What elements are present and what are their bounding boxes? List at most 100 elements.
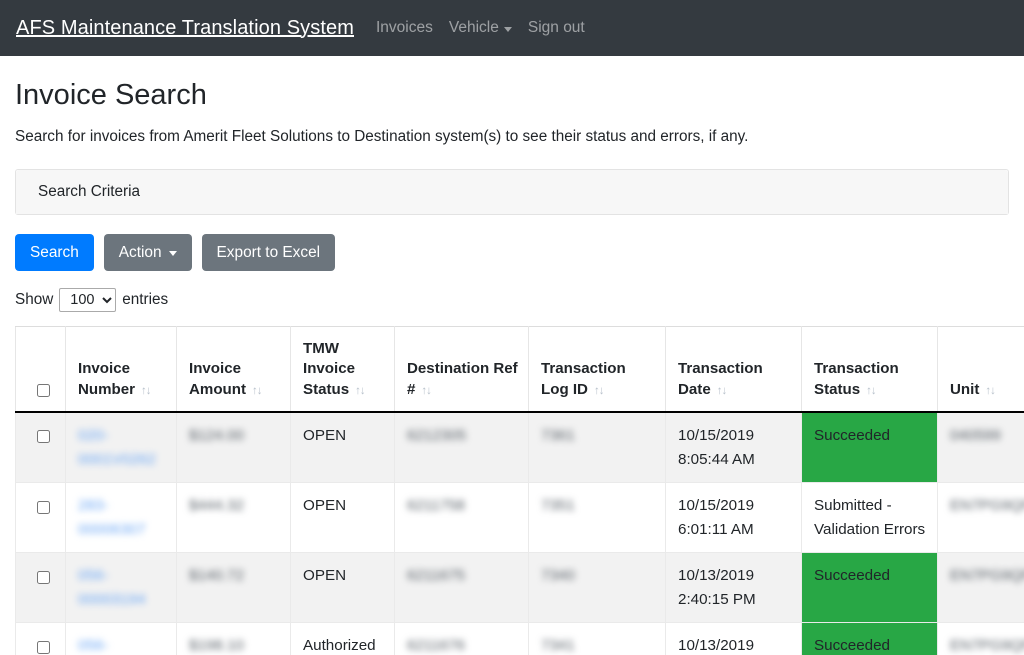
cell-unit-value: 040599 <box>950 424 1001 448</box>
cell-invoice-number[interactable]: 056-00003194 <box>66 553 177 623</box>
cell-transaction-status: Succeeded <box>802 412 938 483</box>
page-container: Invoice Search Search for invoices from … <box>0 78 1024 655</box>
column-header-unit[interactable]: Unit ↑↓ <box>938 326 1024 412</box>
cell-invoice-number[interactable]: 283-00006307 <box>66 483 177 553</box>
cell-destination-ref: 6211758 <box>395 483 529 553</box>
transaction-date-value: 10/15/2019 <box>678 427 754 444</box>
sort-icon[interactable]: ↑↓ <box>141 385 151 397</box>
export-to-excel-button[interactable]: Export to Excel <box>202 234 336 271</box>
app-brand-link[interactable]: AFS Maintenance Translation System <box>16 17 354 40</box>
search-button[interactable]: Search <box>15 234 94 271</box>
nav-link-invoices[interactable]: Invoices <box>376 19 433 37</box>
table-row[interactable]: 283-00006307$444.32OPEN6211758735110/15/… <box>16 483 1024 553</box>
row-select-cell <box>16 623 66 655</box>
export-button-label: Export to Excel <box>217 241 321 264</box>
cell-transaction-log-id: 7341 <box>529 623 666 655</box>
cell-transaction-log-id: 7340 <box>529 553 666 623</box>
cell-tmw-invoice-status: OPEN <box>291 483 395 553</box>
invoice-number-link[interactable]: 056- <box>78 634 108 655</box>
page-title: Invoice Search <box>15 78 1009 113</box>
action-dropdown-button[interactable]: Action <box>104 234 192 271</box>
cell-invoice-amount: $140.72 <box>177 553 291 623</box>
select-all-checkbox[interactable] <box>37 384 50 397</box>
cell-transaction-date: 10/13/20192:40:15 PM <box>666 553 802 623</box>
sort-icon[interactable]: ↑↓ <box>421 385 431 397</box>
cell-unit-value: EN7PG9QF <box>950 494 1024 518</box>
nav-link-sign-out[interactable]: Sign out <box>528 19 585 37</box>
entries-prefix-label: Show <box>15 291 53 309</box>
navbar-links: Invoices Vehicle Sign out <box>376 19 585 37</box>
page-subtitle: Search for invoices from Amerit Fleet So… <box>15 126 1009 149</box>
invoice-number-link-cont[interactable]: 00006307 <box>78 518 146 542</box>
cell-unit: 040599 <box>938 412 1024 483</box>
column-header-unit-label: Unit <box>950 381 979 398</box>
search-criteria-header[interactable]: Search Criteria <box>16 170 1008 214</box>
column-header-transaction-status[interactable]: Transaction Status↑↓ <box>802 326 938 412</box>
row-select-checkbox[interactable] <box>37 571 50 584</box>
column-header-select-all <box>16 326 66 412</box>
action-button-label: Action <box>119 241 162 264</box>
column-header-tmw-invoice-status-label: TMW Invoice Status <box>303 340 355 398</box>
cell-tmw-invoice-status: OPEN <box>291 553 395 623</box>
sort-icon[interactable]: ↑↓ <box>985 385 995 397</box>
column-header-transaction-log-id[interactable]: Transaction Log ID↑↓ <box>529 326 666 412</box>
cell-unit: EN7PG9QF <box>938 553 1024 623</box>
column-header-invoice-number[interactable]: Invoice Number ↑↓ <box>66 326 177 412</box>
cell-invoice-amount: $124.00 <box>177 412 291 483</box>
cell-transaction-status: Submitted - Validation Errors <box>802 483 938 553</box>
table-row[interactable]: 056-00003194$140.72OPEN6211675734010/13/… <box>16 553 1024 623</box>
invoice-number-link-cont[interactable]: 00003194 <box>78 588 146 612</box>
nav-link-invoices-label: Invoices <box>376 19 433 37</box>
invoice-number-link-cont[interactable]: 0001V0262 <box>78 448 156 472</box>
row-select-checkbox[interactable] <box>37 501 50 514</box>
sort-icon[interactable]: ↑↓ <box>594 385 604 397</box>
nav-link-vehicle[interactable]: Vehicle <box>449 19 512 37</box>
invoice-table-scroll-container[interactable]: Invoice Number ↑↓ Invoice Amount ↑↓ TMW In… <box>15 326 1024 655</box>
column-header-transaction-date[interactable]: Transaction Date↑↓ <box>666 326 802 412</box>
entries-per-page-select[interactable]: 102550100 <box>59 288 116 312</box>
table-row[interactable]: 020-0001V0262$124.00OPEN6212305736110/15… <box>16 412 1024 483</box>
nav-link-sign-out-label: Sign out <box>528 19 585 37</box>
invoice-number-link[interactable]: 056- <box>78 564 108 588</box>
column-header-invoice-number-label: Invoice Number <box>78 360 135 397</box>
sort-icon[interactable]: ↑↓ <box>717 385 727 397</box>
cell-transaction-date: 10/15/20196:01:11 AM <box>666 483 802 553</box>
chevron-down-icon <box>504 27 512 32</box>
table-row[interactable]: 056- $198.10 Authorized6211676734110/13/20… <box>16 623 1024 655</box>
row-select-cell <box>16 553 66 623</box>
cell-invoice-amount-value: $198.10 <box>189 634 244 655</box>
sort-icon[interactable]: ↑↓ <box>355 385 365 397</box>
row-select-checkbox[interactable] <box>37 430 50 443</box>
invoice-number-link[interactable]: 283- <box>78 494 108 518</box>
cell-transaction-log-id-value: 7361 <box>541 424 575 448</box>
invoice-number-link[interactable]: 020- <box>78 424 108 448</box>
sort-icon[interactable]: ↑↓ <box>252 385 262 397</box>
cell-destination-ref-value: 6212305 <box>407 424 466 448</box>
row-select-checkbox[interactable] <box>37 641 50 654</box>
cell-destination-ref: 6212305 <box>395 412 529 483</box>
column-header-invoice-amount-label: Invoice Amount <box>189 360 246 397</box>
invoice-table-body: 020-0001V0262$124.00OPEN6212305736110/15… <box>16 412 1024 655</box>
cell-transaction-status: Succeeded <box>802 623 938 655</box>
toolbar: Search Action Export to Excel <box>15 234 1009 271</box>
cell-destination-ref: 6211676 <box>395 623 529 655</box>
cell-invoice-number[interactable]: 020-0001V0262 <box>66 412 177 483</box>
cell-transaction-date: 10/13/2019 <box>666 623 802 655</box>
column-header-destination-ref[interactable]: Destination Ref #↑↓ <box>395 326 529 412</box>
table-header-row: Invoice Number ↑↓ Invoice Amount ↑↓ TMW In… <box>16 326 1024 412</box>
column-header-invoice-amount[interactable]: Invoice Amount ↑↓ <box>177 326 291 412</box>
cell-unit: EN7PG9QF <box>938 623 1024 655</box>
cell-destination-ref: 6211675 <box>395 553 529 623</box>
status-badge: Succeeded <box>814 567 890 584</box>
sort-icon[interactable]: ↑↓ <box>866 385 876 397</box>
transaction-time-value: 8:05:44 AM <box>678 451 755 468</box>
cell-unit-value: EN7PG9QF <box>950 564 1024 588</box>
column-header-transaction-status-label: Transaction Status <box>814 360 899 397</box>
cell-invoice-number[interactable]: 056- <box>66 623 177 655</box>
cell-invoice-amount: $198.10 <box>177 623 291 655</box>
column-header-transaction-log-id-label: Transaction Log ID <box>541 360 626 397</box>
column-header-tmw-invoice-status[interactable]: TMW Invoice Status↑↓ <box>291 326 395 412</box>
cell-tmw-invoice-status: Authorized <box>291 623 395 655</box>
cell-unit-value: EN7PG9QF <box>950 634 1024 655</box>
invoice-results-table: Invoice Number ↑↓ Invoice Amount ↑↓ TMW In… <box>15 326 1024 655</box>
